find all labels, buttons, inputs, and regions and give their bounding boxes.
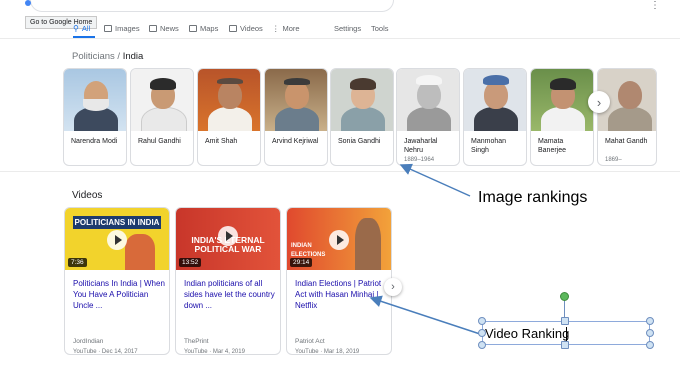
resize-handle[interactable] (478, 341, 486, 349)
resize-handle[interactable] (478, 317, 486, 325)
resize-handle[interactable] (561, 341, 569, 349)
resize-handle[interactable] (478, 329, 486, 337)
rotation-stem (564, 300, 565, 318)
video-ranking-arrow (369, 295, 481, 335)
rotate-handle[interactable] (560, 292, 569, 301)
video-ranking-label[interactable]: Video Ranking (485, 326, 569, 341)
resize-handle[interactable] (646, 317, 654, 325)
resize-handle[interactable] (561, 317, 569, 325)
resize-handle[interactable] (646, 341, 654, 349)
resize-handle[interactable] (646, 329, 654, 337)
image-ranking-arrow (399, 163, 471, 197)
text-cursor (566, 327, 567, 341)
image-rankings-label: Image rankings (478, 189, 588, 206)
